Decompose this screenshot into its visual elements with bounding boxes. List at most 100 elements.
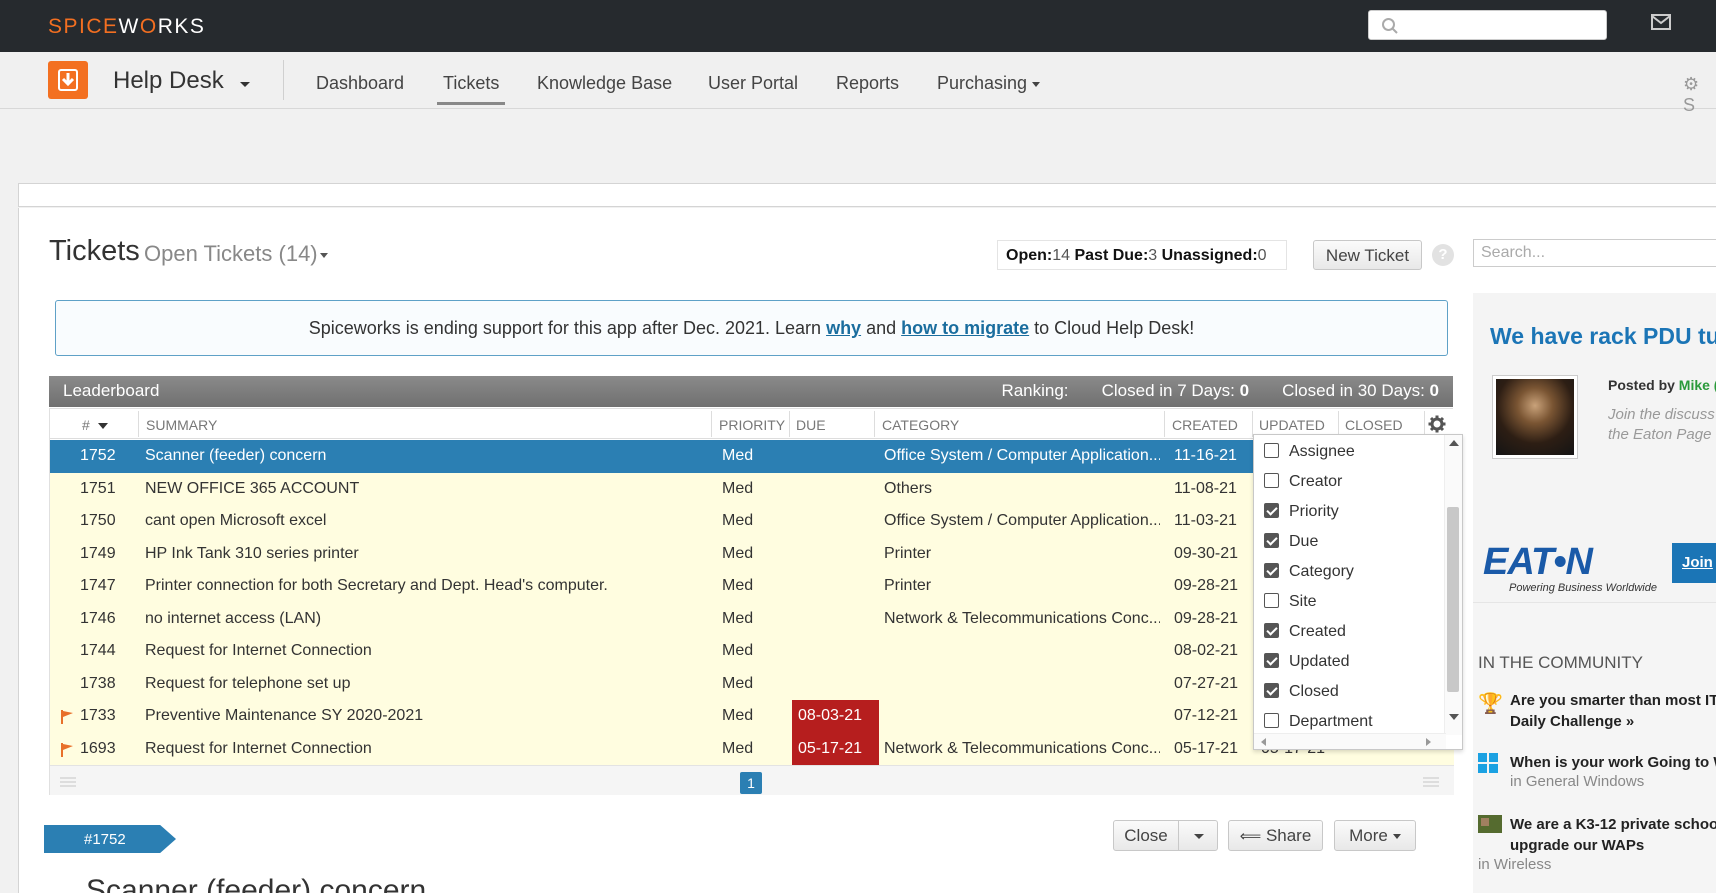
ticket-number: 1744: [80, 642, 116, 659]
nav-knowledge-base[interactable]: Knowledge Base: [537, 73, 672, 94]
posted-by: Posted by Mike (: [1608, 377, 1716, 393]
eaton-logo[interactable]: EAT•N: [1483, 541, 1593, 584]
vertical-scrollbar[interactable]: [1444, 435, 1462, 735]
column-chooser-menu[interactable]: Assignee Creator Priority Due Category Site Cr…: [1253, 434, 1463, 750]
help-icon[interactable]: ?: [1432, 244, 1454, 266]
col-closed-header[interactable]: CLOSED: [1345, 417, 1403, 433]
scrollbar-thumb[interactable]: [1447, 507, 1459, 692]
how-to-migrate-link[interactable]: how to migrate: [901, 318, 1029, 338]
community-item-title[interactable]: We are a K3-12 private schoo upgrade our …: [1510, 814, 1716, 856]
checkbox[interactable]: [1264, 563, 1279, 578]
community-item-title[interactable]: When is your work Going to W: [1510, 752, 1716, 773]
scroll-left-icon[interactable]: [1261, 738, 1266, 746]
ticket-search-input[interactable]: Search...: [1473, 239, 1716, 267]
avatar[interactable]: [1492, 375, 1578, 459]
chevron-down-icon: [319, 252, 328, 258]
table-row[interactable]: 1752 Scanner (feeder) concern Med Office Sy…: [50, 440, 1454, 473]
column-option-created[interactable]: Created: [1264, 623, 1346, 641]
col-created-header[interactable]: CREATED: [1172, 417, 1238, 433]
logo-o: O: [139, 15, 158, 38]
leaderboard-bar[interactable]: Leaderboard Ranking: Closed in 7 Days: 0…: [49, 376, 1453, 407]
ticket-view-selector[interactable]: Open Tickets (14): [144, 241, 328, 267]
nav-purchasing-label: Purchasing: [937, 73, 1028, 93]
scroll-right-icon[interactable]: [1426, 738, 1431, 746]
table-row[interactable]: 1751 NEW OFFICE 365 ACCOUNT Med Others 11-08…: [50, 472, 1454, 506]
col-summary-header[interactable]: SUMMARY: [146, 417, 217, 433]
table-row[interactable]: 1733 Preventive Maintenance SY 2020-2021 M…: [50, 700, 1454, 733]
app-title[interactable]: Help Desk: [113, 67, 224, 95]
ticket-priority: Med: [722, 642, 754, 659]
table-row[interactable]: 1749 HP Ink Tank 310 series printer Med Pri…: [50, 537, 1454, 571]
checkbox[interactable]: [1264, 623, 1279, 638]
vendor-page-ad[interactable]: We have rack PDU tu Posted by Mike ( Joi…: [1473, 293, 1716, 603]
table-row[interactable]: 1750 cant open Microsoft excel Med Office S…: [50, 505, 1454, 538]
posted-name[interactable]: Mike (: [1679, 377, 1716, 393]
table-row[interactable]: 1738 Request for telephone set up Med 07-27…: [50, 667, 1454, 701]
settings-link[interactable]: ⚙ S: [1683, 74, 1716, 116]
table-row[interactable]: 1693 Request for Internet Connection Med 05…: [50, 732, 1454, 766]
app-nav-bar: Help Desk Dashboard Tickets Knowledge Ba…: [0, 52, 1716, 115]
windows-icon: [1478, 753, 1498, 773]
pastdue-count[interactable]: 3: [1148, 247, 1157, 264]
table-row[interactable]: 1744 Request for Internet Connection Med 08…: [50, 635, 1454, 668]
helpdesk-app-icon[interactable]: [48, 61, 88, 99]
checkbox[interactable]: [1264, 443, 1279, 458]
title-line-1: Are you smarter than most IT: [1510, 692, 1716, 709]
col-updated-header[interactable]: UPDATED: [1259, 417, 1325, 433]
unassigned-count[interactable]: 0: [1258, 247, 1267, 264]
community-item-sub[interactable]: in Wireless: [1478, 856, 1551, 873]
more-button[interactable]: More: [1334, 820, 1416, 851]
spiceworks-logo[interactable]: SPICEWORKS: [48, 15, 205, 39]
community-item-title[interactable]: Are you smarter than most IT Daily Challe…: [1510, 690, 1716, 732]
col-priority-header[interactable]: PRIORITY: [719, 417, 785, 433]
share-button[interactable]: ⟸ Share: [1228, 820, 1323, 851]
column-option-due[interactable]: Due: [1264, 533, 1318, 551]
nav-purchasing[interactable]: Purchasing: [937, 73, 1041, 94]
nav-user-portal[interactable]: User Portal: [708, 73, 798, 94]
resize-handle-icon[interactable]: [60, 777, 76, 787]
col-due-header[interactable]: DUE: [796, 417, 826, 433]
column-option-assignee[interactable]: Assignee: [1264, 443, 1355, 461]
join-button[interactable]: Join: [1672, 543, 1716, 583]
resize-handle-icon[interactable]: [1423, 777, 1439, 787]
new-ticket-button[interactable]: New Ticket: [1313, 240, 1422, 270]
column-option-category[interactable]: Category: [1264, 563, 1354, 581]
community-item-sub[interactable]: in General Windows: [1510, 773, 1644, 790]
column-option-closed[interactable]: Closed: [1264, 683, 1339, 701]
checkbox[interactable]: [1264, 503, 1279, 518]
column-option-creator[interactable]: Creator: [1264, 473, 1342, 491]
table-row[interactable]: 1747 Printer connection for both Secretar…: [50, 570, 1454, 603]
nav-reports[interactable]: Reports: [836, 73, 899, 94]
table-row[interactable]: 1746 no internet access (LAN) Med Network &…: [50, 602, 1454, 636]
column-option-site[interactable]: Site: [1264, 593, 1317, 611]
checkbox[interactable]: [1264, 713, 1279, 728]
checkbox[interactable]: [1264, 533, 1279, 548]
close-ticket-button[interactable]: Close: [1113, 820, 1179, 851]
nav-tickets[interactable]: Tickets: [437, 73, 506, 105]
join-text: Join the discuss the Eaton Page: [1608, 405, 1715, 445]
scroll-up-icon[interactable]: [1449, 440, 1459, 446]
global-search-input[interactable]: [1368, 10, 1607, 40]
horizontal-scrollbar[interactable]: [1254, 733, 1446, 749]
scroll-down-icon[interactable]: [1449, 714, 1459, 720]
page-1-button[interactable]: 1: [740, 772, 762, 794]
col-number-header[interactable]: #: [82, 417, 108, 433]
column-option-updated[interactable]: Updated: [1264, 653, 1350, 671]
why-link[interactable]: why: [826, 318, 861, 338]
nav-dashboard[interactable]: Dashboard: [316, 73, 404, 94]
ad-title[interactable]: We have rack PDU tu: [1490, 323, 1716, 350]
column-option-department[interactable]: Department: [1264, 713, 1373, 731]
ticket-due-overdue: 05-17-21: [792, 732, 879, 766]
checkbox[interactable]: [1264, 683, 1279, 698]
open-count[interactable]: 14: [1052, 247, 1070, 264]
checkbox[interactable]: [1264, 653, 1279, 668]
col-category-header[interactable]: CATEGORY: [882, 417, 959, 433]
mail-icon[interactable]: [1651, 14, 1671, 30]
checkbox[interactable]: [1264, 593, 1279, 608]
app-switcher-caret[interactable]: [240, 82, 250, 87]
gear-icon[interactable]: [1428, 415, 1446, 433]
checkbox[interactable]: [1264, 473, 1279, 488]
close-options-button[interactable]: [1178, 820, 1218, 851]
logo-part: SPICE: [48, 15, 119, 38]
column-option-priority[interactable]: Priority: [1264, 503, 1339, 521]
